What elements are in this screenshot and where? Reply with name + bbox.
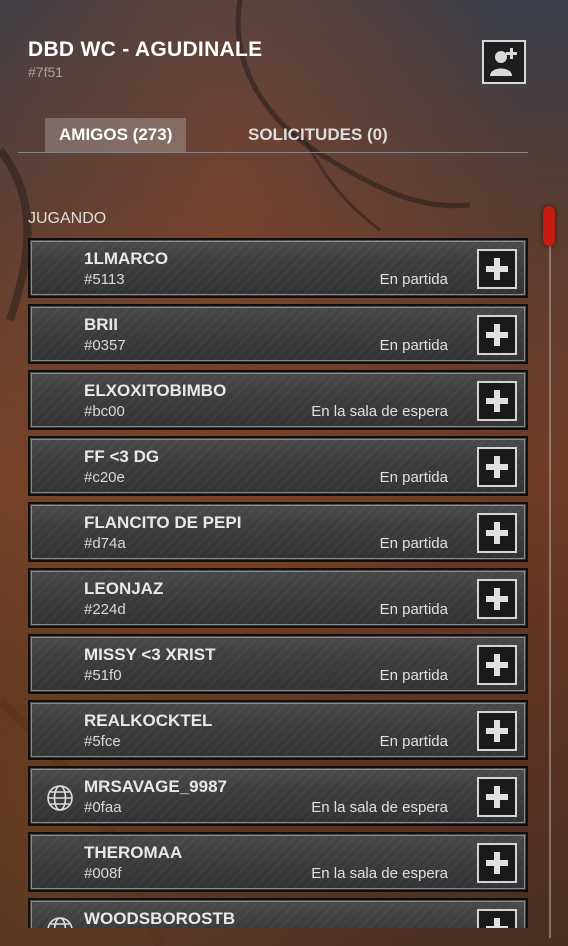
plus-icon — [486, 852, 508, 874]
tab-friends[interactable]: AMIGOS (273) — [45, 118, 187, 152]
friend-tag: #0357 — [84, 337, 126, 354]
friend-tag: #5113 — [84, 271, 125, 288]
invite-button[interactable] — [477, 447, 517, 487]
friend-row[interactable]: LEONJAZ #224d En partida — [28, 568, 528, 628]
friend-name: MISSY <3 XRIST — [84, 645, 216, 664]
friend-name: 1LMARCO — [84, 249, 169, 268]
plus-icon — [486, 588, 508, 610]
friend-row[interactable]: REALKOCKTEL #5fce En partida — [28, 700, 528, 760]
friend-status: En partida — [379, 601, 448, 618]
friend-status: En la sala de espera — [311, 403, 448, 420]
friend-tag: #bc00 — [84, 403, 125, 420]
friend-status: En partida — [379, 337, 448, 354]
plus-icon — [486, 522, 508, 544]
friend-name: FF <3 DG — [84, 447, 160, 466]
friend-tag: #008f — [84, 865, 122, 882]
invite-button[interactable] — [477, 843, 517, 883]
invite-button[interactable] — [477, 249, 517, 289]
invite-button[interactable] — [477, 711, 517, 751]
friend-name: WOODSBOROSTB — [84, 909, 236, 928]
friend-tag: #d74a — [84, 535, 126, 552]
friend-name: MRSAVAGE_9987 — [84, 777, 227, 796]
invite-button[interactable] — [477, 579, 517, 619]
invite-button[interactable] — [477, 777, 517, 817]
friend-status: En la sala de espera — [311, 799, 448, 816]
friend-name: LEONJAZ — [84, 579, 164, 598]
friend-row[interactable]: THEROMAA #008f En la sala de espera — [28, 832, 528, 892]
friend-row[interactable]: BRII #0357 En partida — [28, 304, 528, 364]
invite-button[interactable] — [477, 645, 517, 685]
plus-icon — [486, 786, 508, 808]
friend-name: THEROMAA — [84, 843, 183, 862]
add-friend-button[interactable] — [482, 40, 526, 84]
friend-list: 1LMARCO #5113 En partida BRII #0357 En partid… — [28, 238, 528, 928]
invite-button[interactable] — [477, 381, 517, 421]
profile-name: DBD WC - AGUDINALE — [28, 38, 263, 61]
globe-icon — [47, 917, 73, 928]
friend-status: En partida — [379, 271, 448, 288]
friend-row[interactable]: MRSAVAGE_9987 #0faa En la sala de espera — [28, 766, 528, 826]
friend-tag: #224d — [84, 601, 126, 618]
plus-icon — [486, 654, 508, 676]
profile-header: DBD WC - AGUDINALE #7f51 — [28, 38, 262, 80]
friend-name: ELXOXITOBIMBO — [84, 381, 227, 400]
invite-button[interactable] — [477, 513, 517, 553]
scrollbar-thumb[interactable] — [543, 206, 555, 246]
scrollbar-track[interactable] — [549, 208, 551, 938]
friend-tag: #0faa — [84, 799, 122, 816]
plus-icon — [486, 258, 508, 280]
friend-name: REALKOCKTEL — [84, 711, 213, 730]
friend-row[interactable]: 1LMARCO #5113 En partida — [28, 238, 528, 298]
friend-status: En partida — [379, 733, 448, 750]
plus-icon — [486, 918, 508, 928]
tab-requests[interactable]: SOLICITUDES (0) — [234, 118, 402, 152]
friend-tag: #c20e — [84, 469, 125, 486]
globe-icon — [47, 785, 73, 811]
add-user-icon — [490, 48, 517, 76]
plus-icon — [486, 390, 508, 412]
friend-status: En partida — [379, 667, 448, 684]
friend-row[interactable]: WOODSBOROSTB — [28, 898, 528, 928]
friend-row[interactable]: ELXOXITOBIMBO #bc00 En la sala de espera — [28, 370, 528, 430]
invite-button[interactable] — [477, 909, 517, 928]
friend-name: FLANCITO DE PEPI — [84, 513, 242, 532]
plus-icon — [486, 456, 508, 478]
tab-bar: AMIGOS (273) SOLICITUDES (0) — [18, 118, 528, 153]
friend-name: BRII — [84, 315, 118, 334]
friend-row[interactable]: FF <3 DG #c20e En partida — [28, 436, 528, 496]
section-playing-label: JUGANDO — [28, 210, 107, 227]
friend-status: En partida — [379, 469, 448, 486]
friend-status: En partida — [379, 535, 448, 552]
friend-tag: #5fce — [84, 733, 121, 750]
profile-tag: #7f51 — [28, 64, 64, 80]
friend-tag: #51f0 — [84, 667, 122, 684]
invite-button[interactable] — [477, 315, 517, 355]
friend-status: En la sala de espera — [311, 865, 448, 882]
plus-icon — [486, 720, 508, 742]
plus-icon — [486, 324, 508, 346]
friend-row[interactable]: MISSY <3 XRIST #51f0 En partida — [28, 634, 528, 694]
friend-row[interactable]: FLANCITO DE PEPI #d74a En partida — [28, 502, 528, 562]
